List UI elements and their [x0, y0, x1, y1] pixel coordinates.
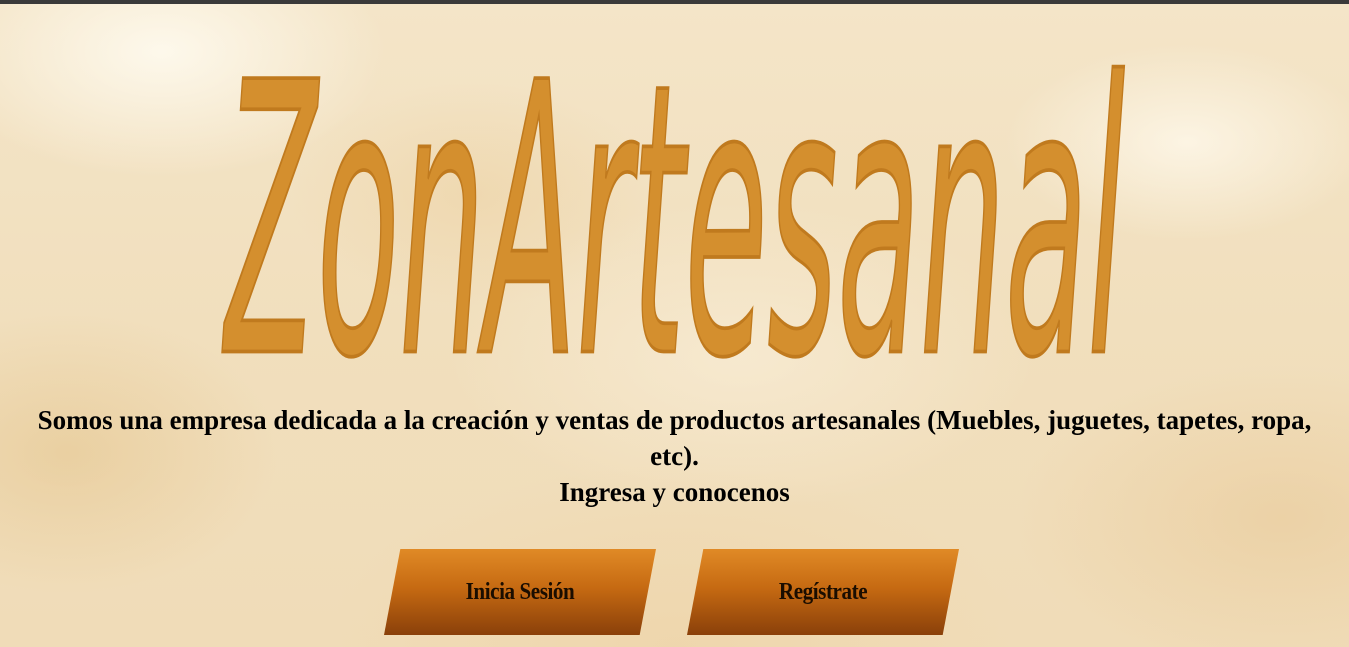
intro-text: Somos una empresa dedicada a la creación…: [0, 402, 1349, 510]
login-button[interactable]: Inicia Sesión: [384, 549, 656, 635]
register-button[interactable]: Regístrate: [687, 549, 959, 635]
logo-text: ZonArtesanal: [221, 5, 1126, 374]
register-button-label: Regístrate: [778, 578, 868, 605]
intro-description: Somos una empresa dedicada a la creación…: [37, 405, 1312, 471]
intro-call-to-action: Ingresa y conocenos: [559, 477, 790, 507]
login-button-label: Inicia Sesión: [465, 578, 575, 605]
site-logo: ZonArtesanal: [0, 4, 1349, 374]
